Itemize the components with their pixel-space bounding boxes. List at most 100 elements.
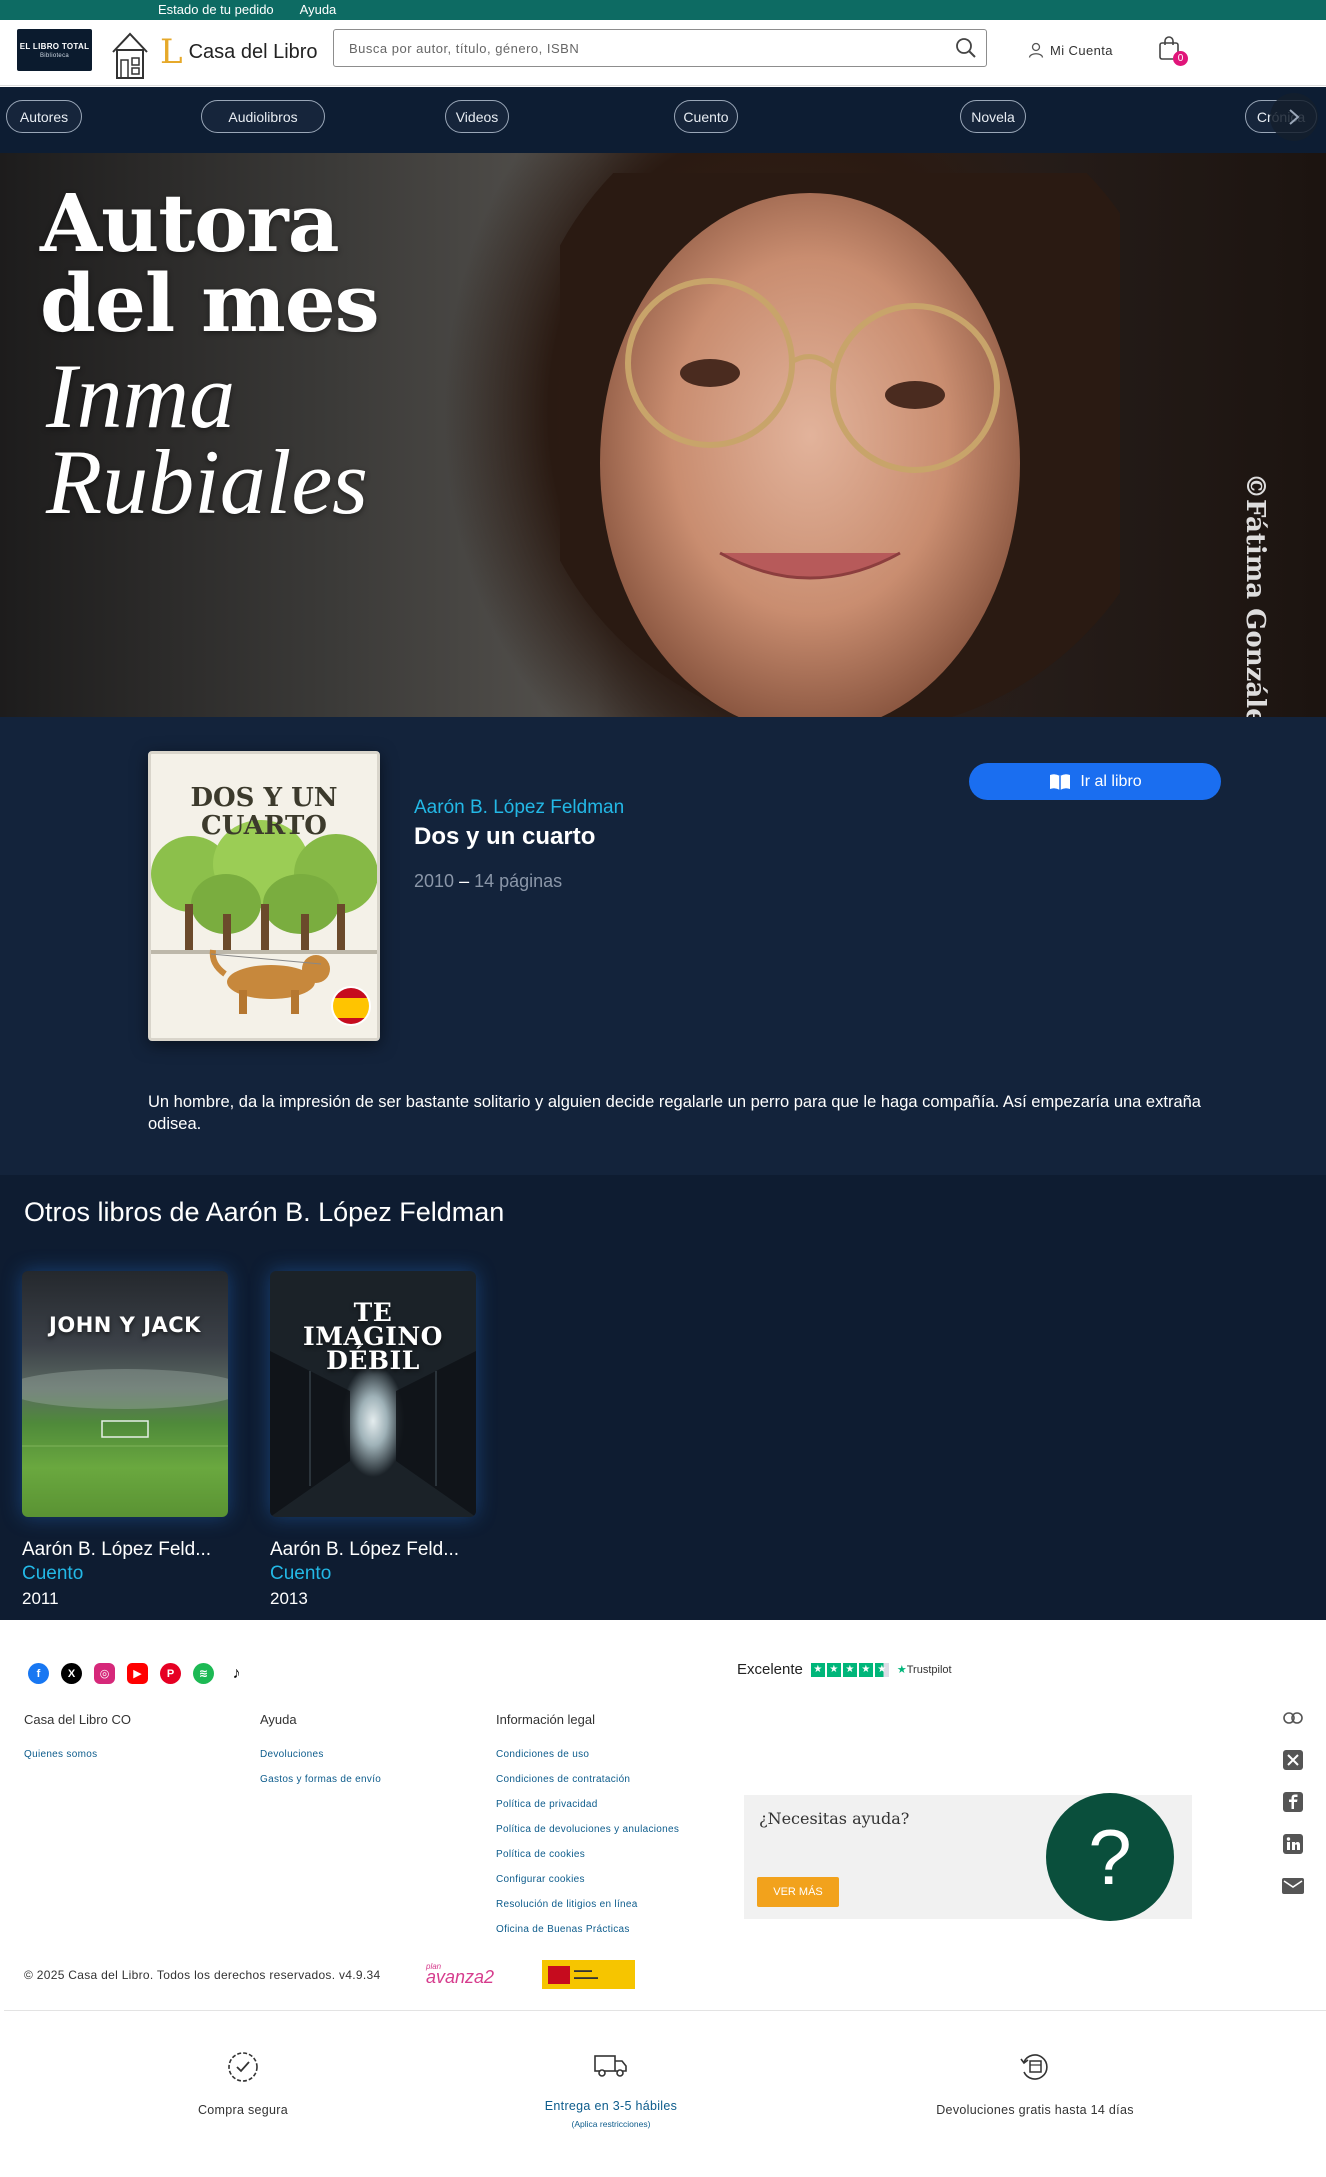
hero-title: Autora del mes — [40, 183, 380, 343]
search-icon[interactable] — [946, 30, 986, 66]
question-mark-icon[interactable]: ? — [1046, 1793, 1174, 1921]
other-books-heading: Otros libros de Aarón B. López Feldman — [24, 1197, 505, 1227]
help-more-button[interactable]: VER MÁS — [757, 1877, 839, 1907]
trustpilot-brand: ★Trustpilot — [896, 1664, 952, 1676]
other-book-cover-title: JOHN Y JACK — [49, 1313, 201, 1337]
hero-author-name: Inma Rubiales — [46, 345, 368, 528]
footer-column-title: Ayuda — [260, 1712, 297, 1727]
spain-flag-icon — [331, 986, 371, 1026]
category-pill-novela[interactable]: Novela — [960, 100, 1026, 133]
category-pill-audiolibros[interactable]: Audiolibros — [201, 100, 325, 133]
footer-link-litigios[interactable]: Resolución de litigios en línea — [496, 1899, 679, 1910]
chevron-right-icon — [1289, 109, 1300, 125]
site-header: EL LIBRO TOTAL Biblioteca L Casa del Lib… — [0, 20, 1326, 86]
footer-link-quienes-somos[interactable]: Quienes somos — [24, 1749, 131, 1760]
account-label: Mi Cuenta — [1050, 42, 1113, 58]
book-cover[interactable]: DOS Y UN CUARTO — [148, 751, 380, 1041]
instagram-icon[interactable]: ◎ — [94, 1663, 115, 1684]
footer-link-buenas-practicas[interactable]: Oficina de Buenas Prácticas — [496, 1924, 679, 1935]
plan-avanza-text: avanza2 — [426, 1967, 495, 1987]
house-logo-icon[interactable] — [110, 30, 150, 80]
book-meta: 2010 – 14 páginas — [414, 871, 562, 892]
x-share-icon[interactable] — [1282, 1750, 1304, 1770]
footer-link-cookies[interactable]: Política de cookies — [496, 1849, 679, 1860]
pinterest-icon[interactable]: P — [160, 1663, 181, 1684]
casa-del-libro-logo[interactable]: L Casa del Libro — [160, 32, 318, 72]
cart-count-badge: 0 — [1173, 51, 1188, 66]
other-book-cover[interactable]: JOHN Y JACK — [22, 1271, 228, 1517]
trustpilot-stars-icon: ★ ★ ★ ★ ★ — [810, 1662, 889, 1677]
return-box-icon — [1020, 2054, 1048, 2080]
spotify-icon[interactable]: ≋ — [193, 1663, 214, 1684]
other-book-cover-title: TE IMAGINO DÉBIL — [303, 1298, 443, 1375]
other-book-card[interactable]: TE IMAGINO DÉBIL Aarón B. López Feld... … — [270, 1271, 480, 1609]
order-status-link[interactable]: Estado de tu pedido — [158, 0, 274, 20]
plan-avanza-logo: plan avanza2 — [426, 1962, 494, 1988]
footer-column-help: Ayuda Devoluciones Gastos y formas de en… — [260, 1712, 381, 1799]
footer-link-condiciones-contratacion[interactable]: Condiciones de contratación — [496, 1774, 679, 1785]
spain-emblem-icon — [548, 1965, 570, 1984]
category-pill-autores[interactable]: Autores — [6, 100, 82, 133]
other-book-year: 2011 — [22, 1589, 59, 1608]
benefit-label[interactable]: Entrega en 3-5 hábiles — [491, 2099, 731, 2113]
other-book-card[interactable]: JOHN Y JACK Aarón B. López Feld... Cuent… — [22, 1271, 232, 1609]
account-link[interactable]: Mi Cuenta — [1028, 38, 1113, 62]
x-icon[interactable]: X — [61, 1663, 82, 1684]
footer-column-company: Casa del Libro CO Quienes somos — [24, 1712, 131, 1774]
facebook-share-icon[interactable] — [1282, 1792, 1304, 1812]
book-title: Dos y un cuarto — [414, 823, 596, 850]
other-book-cover[interactable]: TE IMAGINO DÉBIL — [270, 1271, 476, 1517]
link-icon[interactable] — [1282, 1708, 1304, 1728]
footer-link-devoluciones[interactable]: Devoluciones — [260, 1749, 381, 1760]
go-to-book-label: Ir al libro — [1080, 772, 1142, 790]
benefit-label: Compra segura — [197, 2103, 289, 2117]
facebook-icon[interactable]: f — [28, 1663, 49, 1684]
open-book-icon — [1050, 773, 1071, 790]
benefit-free-returns: Devoluciones gratis hasta 14 días — [915, 2050, 1155, 2117]
stadium-illustration — [22, 1369, 228, 1447]
site-footer: f X ◎ ▶ P ≋ ♪ Excelente ★ ★ ★ ★ ★ ★Trustpilo… — [0, 1620, 1326, 2177]
go-to-book-button[interactable]: Ir al libro — [969, 763, 1221, 800]
footer-link-condiciones-uso[interactable]: Condiciones de uso — [496, 1749, 679, 1760]
user-icon — [1028, 42, 1044, 58]
social-links: f X ◎ ▶ P ≋ ♪ — [28, 1663, 247, 1684]
footer-link-privacidad[interactable]: Política de privacidad — [496, 1799, 679, 1810]
footer-link-configurar-cookies[interactable]: Configurar cookies — [496, 1874, 679, 1885]
linkedin-share-icon[interactable] — [1282, 1834, 1304, 1854]
footer-link-gastos-envio[interactable]: Gastos y formas de envío — [260, 1774, 381, 1785]
tiktok-icon[interactable]: ♪ — [226, 1663, 247, 1684]
book-author-link[interactable]: Aarón B. López Feldman — [414, 797, 624, 819]
book-year: 2010 — [414, 871, 455, 891]
help-link[interactable]: Ayuda — [300, 0, 337, 20]
brand-name: Casa del Libro — [188, 40, 318, 63]
author-of-month-banner[interactable]: Autora del mes Inma Rubiales ©Fátima Gon… — [0, 153, 1326, 717]
category-pill-videos[interactable]: Videos — [445, 100, 509, 133]
libro-total-logo-text: EL LIBRO TOTAL — [19, 41, 90, 51]
other-book-genre[interactable]: Cuento — [270, 1563, 480, 1585]
hero-name-line1: Inma — [46, 345, 236, 447]
next-arrow-button[interactable] — [1270, 93, 1318, 141]
youtube-icon[interactable]: ▶ — [127, 1663, 148, 1684]
trustpilot-widget[interactable]: Excelente ★ ★ ★ ★ ★ ★Trustpilot — [737, 1661, 952, 1678]
benefit-secure-purchase: Compra segura — [123, 2050, 363, 2117]
email-share-icon[interactable] — [1282, 1876, 1304, 1896]
category-pill-cuento[interactable]: Cuento — [674, 100, 738, 133]
author-portrait-image — [560, 173, 1120, 717]
top-utility-bar: Estado de tu pedido Ayuda — [0, 0, 1326, 20]
benefit-label: Devoluciones gratis hasta 14 días — [936, 2103, 1134, 2117]
footer-column-title: Casa del Libro CO — [24, 1712, 131, 1727]
shield-check-icon — [228, 2052, 258, 2082]
search-bar — [333, 29, 987, 67]
cart-button[interactable]: 0 — [1158, 36, 1188, 66]
libro-total-logo[interactable]: EL LIBRO TOTAL Biblioteca — [17, 29, 92, 71]
other-book-genre[interactable]: Cuento — [22, 1563, 232, 1585]
other-book-author[interactable]: Aarón B. López Feld... — [270, 1539, 480, 1561]
delivery-truck-icon — [594, 2055, 627, 2077]
help-box: ¿Necesitas ayuda? VER MÁS ? — [744, 1793, 1192, 1921]
benefit-note: (Aplica restricciones) — [571, 2119, 651, 2129]
other-book-author[interactable]: Aarón B. López Feld... — [22, 1539, 232, 1561]
search-input[interactable] — [347, 39, 946, 57]
footer-link-devoluciones-anulaciones[interactable]: Política de devoluciones y anulaciones — [496, 1824, 679, 1835]
meta-separator: – — [459, 871, 470, 891]
photo-credit: ©Fátima González — [1240, 473, 1270, 717]
